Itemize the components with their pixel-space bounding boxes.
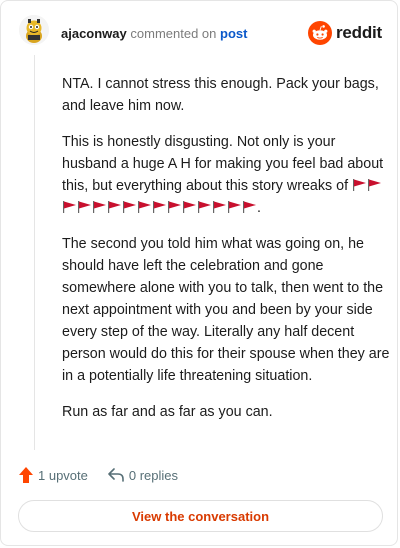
red-flag-icon [183,201,196,213]
red-flag-icon [108,201,121,213]
comment-actions: 1 upvote 0 replies [19,467,178,483]
red-flag-icon [243,201,256,213]
red-flag-icon [93,201,106,213]
reddit-wordmark: reddit [335,23,382,42]
red-flag-icon [168,201,181,213]
red-flag-icon [123,201,136,213]
reply-arrow-icon [108,468,124,482]
red-flag-icon [368,179,382,191]
replies-button[interactable]: 0 replies [108,468,178,483]
view-conversation-button[interactable]: View the conversation [18,500,383,532]
upvote-button[interactable]: 1 upvote [19,467,88,483]
upvote-arrow-icon [19,467,33,483]
comment-header: ajaconway commented on post [61,26,247,42]
red-flag-icon [228,201,241,213]
red-flag-icon [78,201,91,213]
comment-paragraph-text: This is honestly disgusting. Not only is… [62,134,384,194]
red-flag-icon [63,201,76,213]
post-link[interactable]: post [220,26,247,41]
comment-paragraph: NTA. I cannot stress this enough. Pack y… [62,76,379,114]
red-flag-icon [138,201,151,213]
comment-card: ajaconway commented on post reddit NTA. … [0,0,398,546]
red-flag-icon [353,179,367,191]
trailing-period: . [257,200,261,216]
upvote-count: 1 upvote [38,467,88,483]
comment-paragraph-flags: This is honestly disgusting. Not only is… [62,131,392,219]
reddit-logo-icon [307,21,332,45]
red-flag-icon [213,201,226,213]
username-link[interactable]: ajaconway [61,26,127,41]
comment-body: NTA. I cannot stress this enough. Pack y… [62,73,392,437]
comment-paragraph: The second you told him what was going o… [62,236,390,384]
snoo-avatar-icon [19,15,49,45]
red-flag-icon [153,201,166,213]
comment-paragraph: Run as far and as far as you can. [62,404,273,420]
reddit-logo[interactable]: reddit [307,21,382,45]
thread-line [34,55,35,450]
replies-count: 0 replies [128,467,179,483]
user-avatar[interactable] [19,15,49,45]
red-flag-icon [198,201,211,213]
commented-on-text: commented on [130,26,217,41]
